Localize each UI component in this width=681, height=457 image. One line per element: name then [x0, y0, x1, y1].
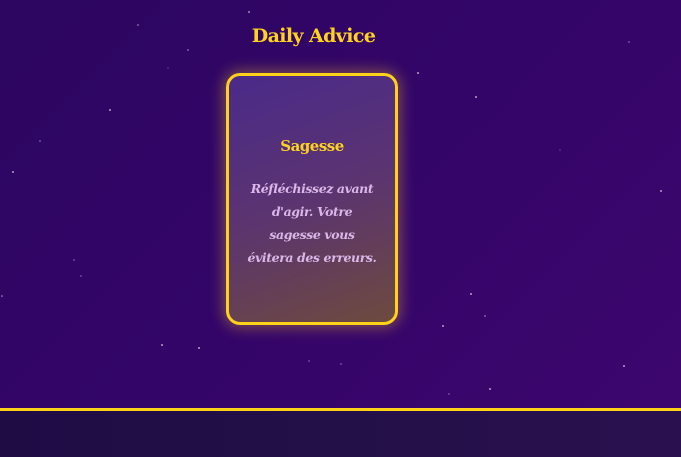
star [489, 388, 491, 390]
star [340, 363, 342, 365]
star [187, 49, 189, 51]
advice-card[interactable]: Sagesse Réfléchissez avant d'agir. Votre… [226, 73, 398, 325]
star [167, 67, 169, 69]
bottom-bar [0, 408, 681, 457]
star [248, 11, 250, 13]
card-advice-text: Réfléchissez avant d'agir. Votre sagesse… [247, 181, 377, 265]
star [448, 393, 450, 395]
star [623, 365, 625, 367]
star [484, 315, 486, 317]
star [109, 109, 111, 111]
star [1, 295, 3, 297]
star [39, 140, 41, 142]
star [559, 149, 561, 151]
star [12, 171, 14, 173]
star [470, 293, 472, 295]
star [442, 325, 444, 327]
star [660, 190, 662, 192]
star [161, 344, 163, 346]
star [198, 347, 200, 349]
star [417, 72, 419, 74]
star [475, 96, 477, 98]
card-title: Sagesse [280, 137, 344, 155]
star [308, 360, 310, 362]
page-title: Daily Advice [251, 25, 376, 47]
star [80, 275, 82, 277]
star [73, 259, 75, 261]
star [628, 41, 630, 43]
